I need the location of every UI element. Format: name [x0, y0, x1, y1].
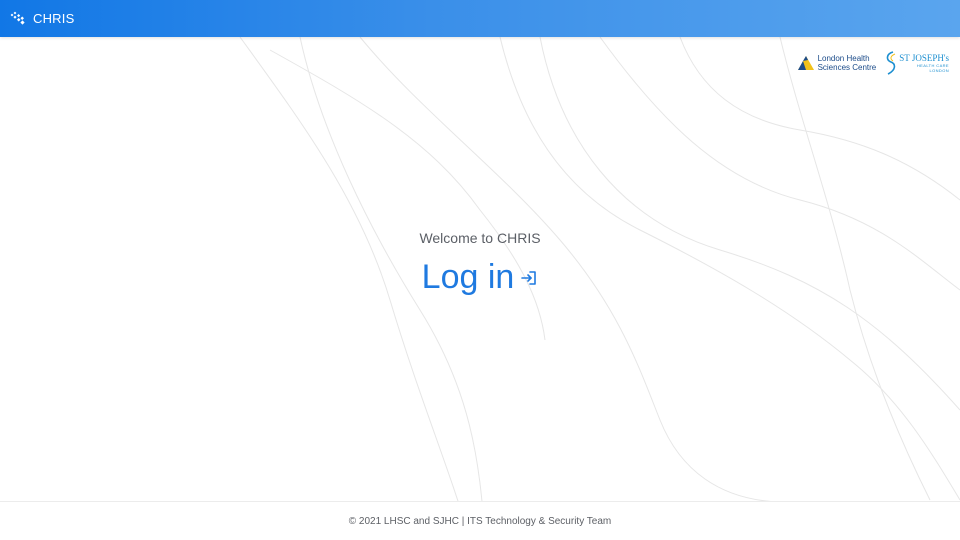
lhsc-mark-icon: [797, 56, 814, 70]
login-arrow-icon: [521, 270, 537, 285]
lhsc-name-line2: Sciences Centre: [817, 63, 877, 72]
welcome-text: Welcome to CHRIS: [419, 230, 541, 246]
app-root: CHRIS London Health Sciences Centre ST J…: [0, 0, 960, 540]
lhsc-name-line1: London Health: [817, 54, 870, 63]
login-label: Log in: [421, 258, 515, 296]
sjhc-logo: ST JOSEPH's HEALTH CARE LONDON: [884, 50, 949, 76]
app-title: CHRIS: [33, 11, 75, 26]
sjhc-sub-2: LONDON: [929, 68, 949, 73]
app-brand[interactable]: CHRIS: [0, 0, 74, 37]
chris-logo-icon: [10, 11, 26, 27]
login-panel: Welcome to CHRIS Log in: [0, 230, 960, 297]
login-button[interactable]: Log in: [422, 258, 539, 297]
lhsc-logo: London Health Sciences Centre: [797, 54, 877, 72]
sjhc-name: ST JOSEPH's: [899, 53, 949, 63]
top-app-bar: CHRIS: [0, 0, 960, 37]
sjhc-swirl-icon: [886, 51, 896, 75]
partner-logos: London Health Sciences Centre ST JOSEPH'…: [797, 48, 949, 78]
footer: © 2021 LHSC and SJHC | ITS Technology & …: [0, 501, 960, 540]
footer-copyright: © 2021 LHSC and SJHC | ITS Technology & …: [348, 516, 612, 527]
